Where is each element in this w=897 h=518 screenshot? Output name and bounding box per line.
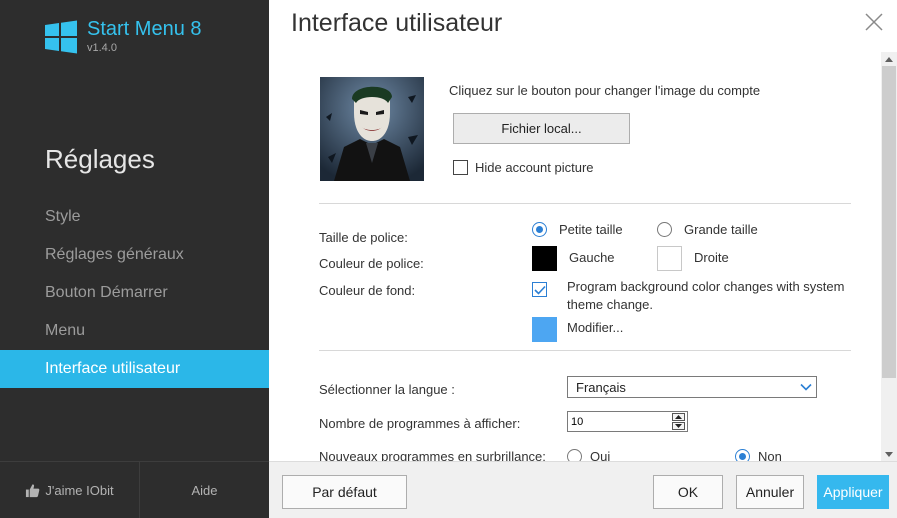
background-sync-checkbox[interactable] — [532, 282, 547, 297]
highlight-yes-label: Oui — [590, 449, 611, 461]
font-color-right-label: Droite — [694, 250, 729, 265]
ok-button[interactable]: OK — [653, 475, 723, 509]
checkmark-icon — [533, 285, 546, 295]
content-scrollbar[interactable] — [881, 52, 897, 461]
highlight-no-radio[interactable] — [735, 449, 750, 461]
font-color-label: Couleur de police: — [319, 256, 424, 271]
dialog-button-bar: Par défaut OK Annuler Appliquer — [269, 461, 897, 518]
font-color-left-label: Gauche — [569, 250, 615, 265]
settings-content: Cliquez sur le bouton pour changer l'ima… — [269, 52, 881, 461]
font-size-small-radio[interactable] — [532, 222, 547, 237]
highlight-no-label: Non — [758, 449, 782, 461]
stepper-down-button[interactable] — [672, 422, 685, 430]
scroll-up-button[interactable] — [881, 52, 897, 66]
apply-button[interactable]: Appliquer — [817, 475, 889, 509]
sidebar-item-general-settings[interactable]: Réglages généraux — [0, 236, 269, 274]
sidebar-item-start-button[interactable]: Bouton Démarrer — [0, 274, 269, 312]
font-size-label: Taille de police: — [319, 230, 408, 245]
thumbs-up-icon — [26, 484, 40, 498]
triangle-up-icon — [885, 56, 893, 62]
highlight-yes-radio[interactable] — [567, 449, 582, 461]
page-title: Interface utilisateur — [291, 9, 503, 37]
background-color-label: Couleur de fond: — [319, 283, 416, 298]
font-size-large-radio[interactable] — [657, 222, 672, 237]
section-divider — [319, 350, 851, 351]
sidebar-item-style[interactable]: Style — [0, 198, 269, 236]
triangle-down-icon — [885, 451, 893, 457]
highlight-new-programs-label: Nouveaux programmes en surbrillance: — [319, 449, 546, 461]
program-count-label: Nombre de programmes à afficher: — [319, 416, 521, 431]
sidebar-footer: J'aime IObit Aide — [0, 461, 269, 518]
cancel-button[interactable]: Annuler — [736, 475, 804, 509]
background-color-swatch[interactable] — [532, 317, 557, 342]
font-size-small-label: Petite taille — [559, 222, 623, 237]
scroll-down-button[interactable] — [881, 447, 897, 461]
section-divider — [319, 203, 851, 204]
brand: Start Menu 8 v1.4.0 — [44, 18, 202, 58]
font-size-small-option[interactable]: Petite taille — [532, 222, 623, 237]
triangle-up-icon — [675, 415, 682, 419]
scroll-thumb[interactable] — [882, 66, 896, 378]
chevron-down-icon — [800, 383, 812, 391]
hide-account-picture-row[interactable]: Hide account picture — [453, 160, 594, 175]
restore-defaults-button[interactable]: Par défaut — [282, 475, 407, 509]
sidebar-item-menu[interactable]: Menu — [0, 312, 269, 350]
app-version: v1.4.0 — [87, 42, 117, 54]
close-icon[interactable] — [862, 10, 886, 34]
highlight-no-option[interactable]: Non — [735, 449, 782, 461]
sidebar-nav: Style Réglages généraux Bouton Démarrer … — [0, 198, 269, 388]
help-button[interactable]: Aide — [140, 462, 269, 518]
font-color-left-swatch[interactable] — [532, 246, 557, 271]
font-size-large-option[interactable]: Grande taille — [657, 222, 758, 237]
sidebar: Start Menu 8 v1.4.0 Réglages Style Régla… — [0, 0, 269, 518]
app-name: Start Menu 8 — [87, 18, 202, 40]
background-modify-link[interactable]: Modifier... — [567, 320, 623, 335]
sidebar-heading: Réglages — [45, 144, 155, 174]
like-iobit-button[interactable]: J'aime IObit — [0, 462, 140, 518]
language-label: Sélectionner la langue : — [319, 382, 455, 397]
local-file-button[interactable]: Fichier local... — [453, 113, 630, 144]
language-select[interactable]: Français — [567, 376, 817, 398]
hide-account-picture-checkbox[interactable] — [453, 160, 468, 175]
program-count-input[interactable] — [568, 412, 668, 431]
font-color-right-swatch[interactable] — [657, 246, 682, 271]
triangle-down-icon — [675, 424, 682, 428]
program-count-stepper[interactable] — [567, 411, 688, 432]
account-picture-image — [320, 77, 424, 181]
sidebar-item-user-interface[interactable]: Interface utilisateur — [0, 350, 269, 388]
font-size-large-label: Grande taille — [684, 222, 758, 237]
highlight-yes-option[interactable]: Oui — [567, 449, 610, 461]
background-sync-label: Program background color changes with sy… — [567, 279, 845, 312]
like-iobit-label: J'aime IObit — [45, 483, 114, 498]
hide-account-picture-label: Hide account picture — [475, 160, 594, 175]
language-select-value: Français — [576, 379, 626, 395]
account-picture-caption: Cliquez sur le bouton pour changer l'ima… — [449, 83, 761, 98]
account-picture — [320, 77, 424, 181]
stepper-up-button[interactable] — [672, 413, 685, 421]
windows-logo-icon — [45, 20, 77, 54]
